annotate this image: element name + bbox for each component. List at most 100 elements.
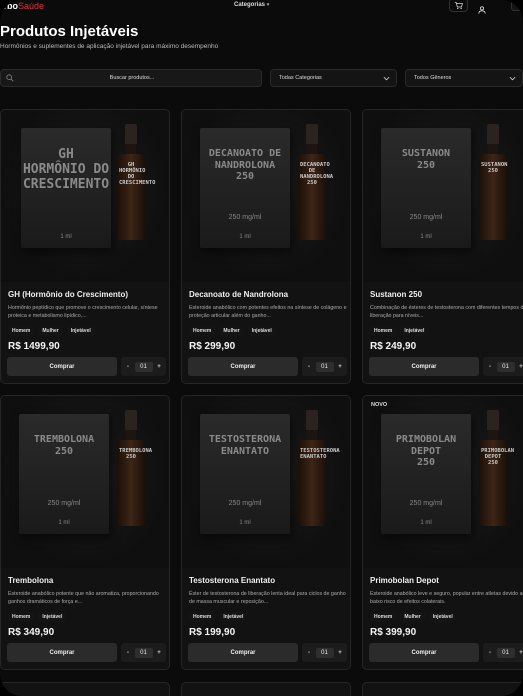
quantity-stepper[interactable]: - 01 + <box>483 643 523 662</box>
quantity-stepper[interactable]: - 01 + <box>302 357 347 376</box>
page-title: Produtos Injetáveis <box>0 23 139 40</box>
chevron-down-icon <box>383 76 390 81</box>
buy-button[interactable]: Comprar <box>7 357 117 376</box>
categories-menu[interactable]: Categorias ▾ <box>234 2 269 8</box>
quantity-value[interactable]: 01 <box>315 361 334 372</box>
product-price: R$ 249,90 <box>370 341 417 352</box>
product-tags: Homem Mulher Injetável <box>370 612 457 622</box>
product-image[interactable]: DECANOATO DE NANDROLONA 250 250 mg/ml 1 … <box>182 110 350 282</box>
tag: Mulher <box>219 326 244 336</box>
brand-logo[interactable]: urboSaúde <box>0 1 44 11</box>
user-button[interactable] <box>478 1 486 19</box>
tag: Homem <box>370 612 397 622</box>
tag: Homem <box>370 326 397 336</box>
product-image[interactable]: PRIMOBOLAN DEPOT 250 250 mg/ml 1 ml PRIM… <box>363 396 523 568</box>
buy-button[interactable]: Comprar <box>369 357 479 376</box>
product-card[interactable] <box>181 682 351 696</box>
decrement-button[interactable]: - <box>124 649 132 656</box>
quantity-stepper[interactable]: - 01 + <box>121 357 166 376</box>
box-volume: 1 ml <box>58 520 70 526</box>
product-vial: SUSTANON 250 <box>479 124 508 240</box>
product-description: Hormônio peptídico que promove o crescim… <box>8 305 158 320</box>
quantity-stepper[interactable]: - 01 + <box>121 643 166 662</box>
tag: Mulher <box>400 612 425 622</box>
vial-label: SUSTANON 250 <box>481 162 508 175</box>
search-input[interactable]: Buscar produtos... <box>0 69 262 87</box>
product-card[interactable]: TREMBOLONA 250 250 mg/ml 1 ml TREMBOLONA… <box>0 395 170 670</box>
product-card[interactable]: PRIMOBOLAN DEPOT 250 250 mg/ml 1 ml PRIM… <box>362 395 523 670</box>
buy-button[interactable]: Comprar <box>188 357 298 376</box>
product-title[interactable]: Sustanon 250 <box>370 290 422 299</box>
product-image[interactable]: TREMBOLONA 250 250 mg/ml 1 ml TREMBOLONA… <box>1 396 169 568</box>
product-title[interactable]: Decanoato de Nandrolona <box>189 290 288 299</box>
product-image[interactable]: GH HORMÔNIO DO CRESCIMENTO 1 ml GH HORMÔ… <box>1 110 169 282</box>
product-image[interactable]: TESTOSTERONA ENANTATO 250 mg/ml 1 ml TES… <box>182 396 350 568</box>
product-box: SUSTANON 250 250 mg/ml 1 ml <box>381 128 471 248</box>
decrement-button[interactable]: - <box>305 649 313 656</box>
category-select[interactable]: Todas Categorias <box>270 69 397 87</box>
product-description: Combinação de ésteres de testosterona co… <box>370 305 523 320</box>
box-dose: 250 mg/ml <box>409 214 443 221</box>
increment-button[interactable]: + <box>336 649 344 656</box>
product-tags: Homem Mulher Injetável <box>189 326 276 336</box>
tag: Injetável <box>38 612 67 622</box>
box-label: TREMBOLONA 250 <box>33 434 95 457</box>
page-subtitle: Hormônios e suplementes de aplicação inj… <box>0 43 219 50</box>
product-card[interactable]: DECANOATO DE NANDROLONA 250 250 mg/ml 1 … <box>181 109 351 384</box>
tag: Injetável <box>247 326 276 336</box>
product-card[interactable] <box>0 682 170 696</box>
decrement-button[interactable]: - <box>486 363 494 370</box>
product-title[interactable]: GH (Hormônio do Crescimento) <box>8 290 128 299</box>
decrement-button[interactable]: - <box>305 363 313 370</box>
product-vial: TESTOSTERONA ENANTATO <box>298 410 340 526</box>
box-label: DECANOATO DE NANDROLONA 250 <box>208 148 282 182</box>
tag: Homem <box>8 326 35 336</box>
product-image[interactable]: SUSTANON 250 250 mg/ml 1 ml SUSTANON 250 <box>363 110 523 282</box>
product-title[interactable]: Trembolona <box>8 576 53 585</box>
product-vial: PRIMOBOLAN DEPOT 250 <box>479 410 514 526</box>
gender-select[interactable]: Todos Gêneros <box>405 69 523 87</box>
quantity-value[interactable]: 01 <box>496 361 515 372</box>
buy-button[interactable]: Comprar <box>369 643 479 662</box>
quantity-stepper[interactable]: - 01 + <box>302 643 347 662</box>
menu-button[interactable] <box>511 0 523 11</box>
box-label: TESTOSTERONA ENANTATO <box>208 434 282 457</box>
product-card[interactable]: TESTOSTERONA ENANTATO 250 mg/ml 1 ml TES… <box>181 395 351 670</box>
increment-button[interactable]: + <box>517 363 523 370</box>
quantity-value[interactable]: 01 <box>134 647 153 658</box>
tag: Homem <box>189 612 216 622</box>
quantity-value[interactable]: 01 <box>496 647 515 658</box>
product-tags: Homem Injetável <box>189 612 248 622</box>
product-vial: DECANOATO DE NANDROLONA 250 <box>298 124 333 240</box>
tag: Injetável <box>219 612 248 622</box>
vial-label: GH HORMÔNIO DO CRESCIMENTO <box>119 162 156 187</box>
increment-button[interactable]: + <box>517 649 523 656</box>
product-title[interactable]: Primobolan Depot <box>370 576 439 585</box>
product-price: R$ 349,90 <box>8 627 55 638</box>
product-price: R$ 199,90 <box>189 627 236 638</box>
increment-button[interactable]: + <box>155 649 163 656</box>
quantity-value[interactable]: 01 <box>134 361 153 372</box>
decrement-button[interactable]: - <box>486 649 494 656</box>
quantity-stepper[interactable]: - 01 + <box>483 357 523 376</box>
product-card[interactable]: SUSTANON 250 250 mg/ml 1 ml SUSTANON 250… <box>362 109 523 384</box>
product-box: PRIMOBOLAN DEPOT 250 250 mg/ml 1 ml <box>381 414 471 534</box>
product-card[interactable] <box>362 682 523 696</box>
product-card[interactable]: GH HORMÔNIO DO CRESCIMENTO 1 ml GH HORMÔ… <box>0 109 170 384</box>
box-dose: 250 mg/ml <box>47 500 81 507</box>
gender-select-value: Todos Gêneros <box>414 75 452 81</box>
user-icon <box>478 6 486 14</box>
product-price: R$ 399,90 <box>370 627 417 638</box>
buy-button[interactable]: Comprar <box>188 643 298 662</box>
tag: Injetável <box>66 326 95 336</box>
product-title[interactable]: Testosterona Enantato <box>189 576 275 585</box>
decrement-button[interactable]: - <box>124 363 132 370</box>
increment-button[interactable]: + <box>155 363 163 370</box>
tag: Mulher <box>38 326 63 336</box>
cart-button[interactable] <box>449 0 468 12</box>
tag: Injetável <box>400 326 429 336</box>
buy-button[interactable]: Comprar <box>7 643 117 662</box>
increment-button[interactable]: + <box>336 363 344 370</box>
box-label: PRIMOBOLAN DEPOT 250 <box>395 434 457 468</box>
quantity-value[interactable]: 01 <box>315 647 334 658</box>
